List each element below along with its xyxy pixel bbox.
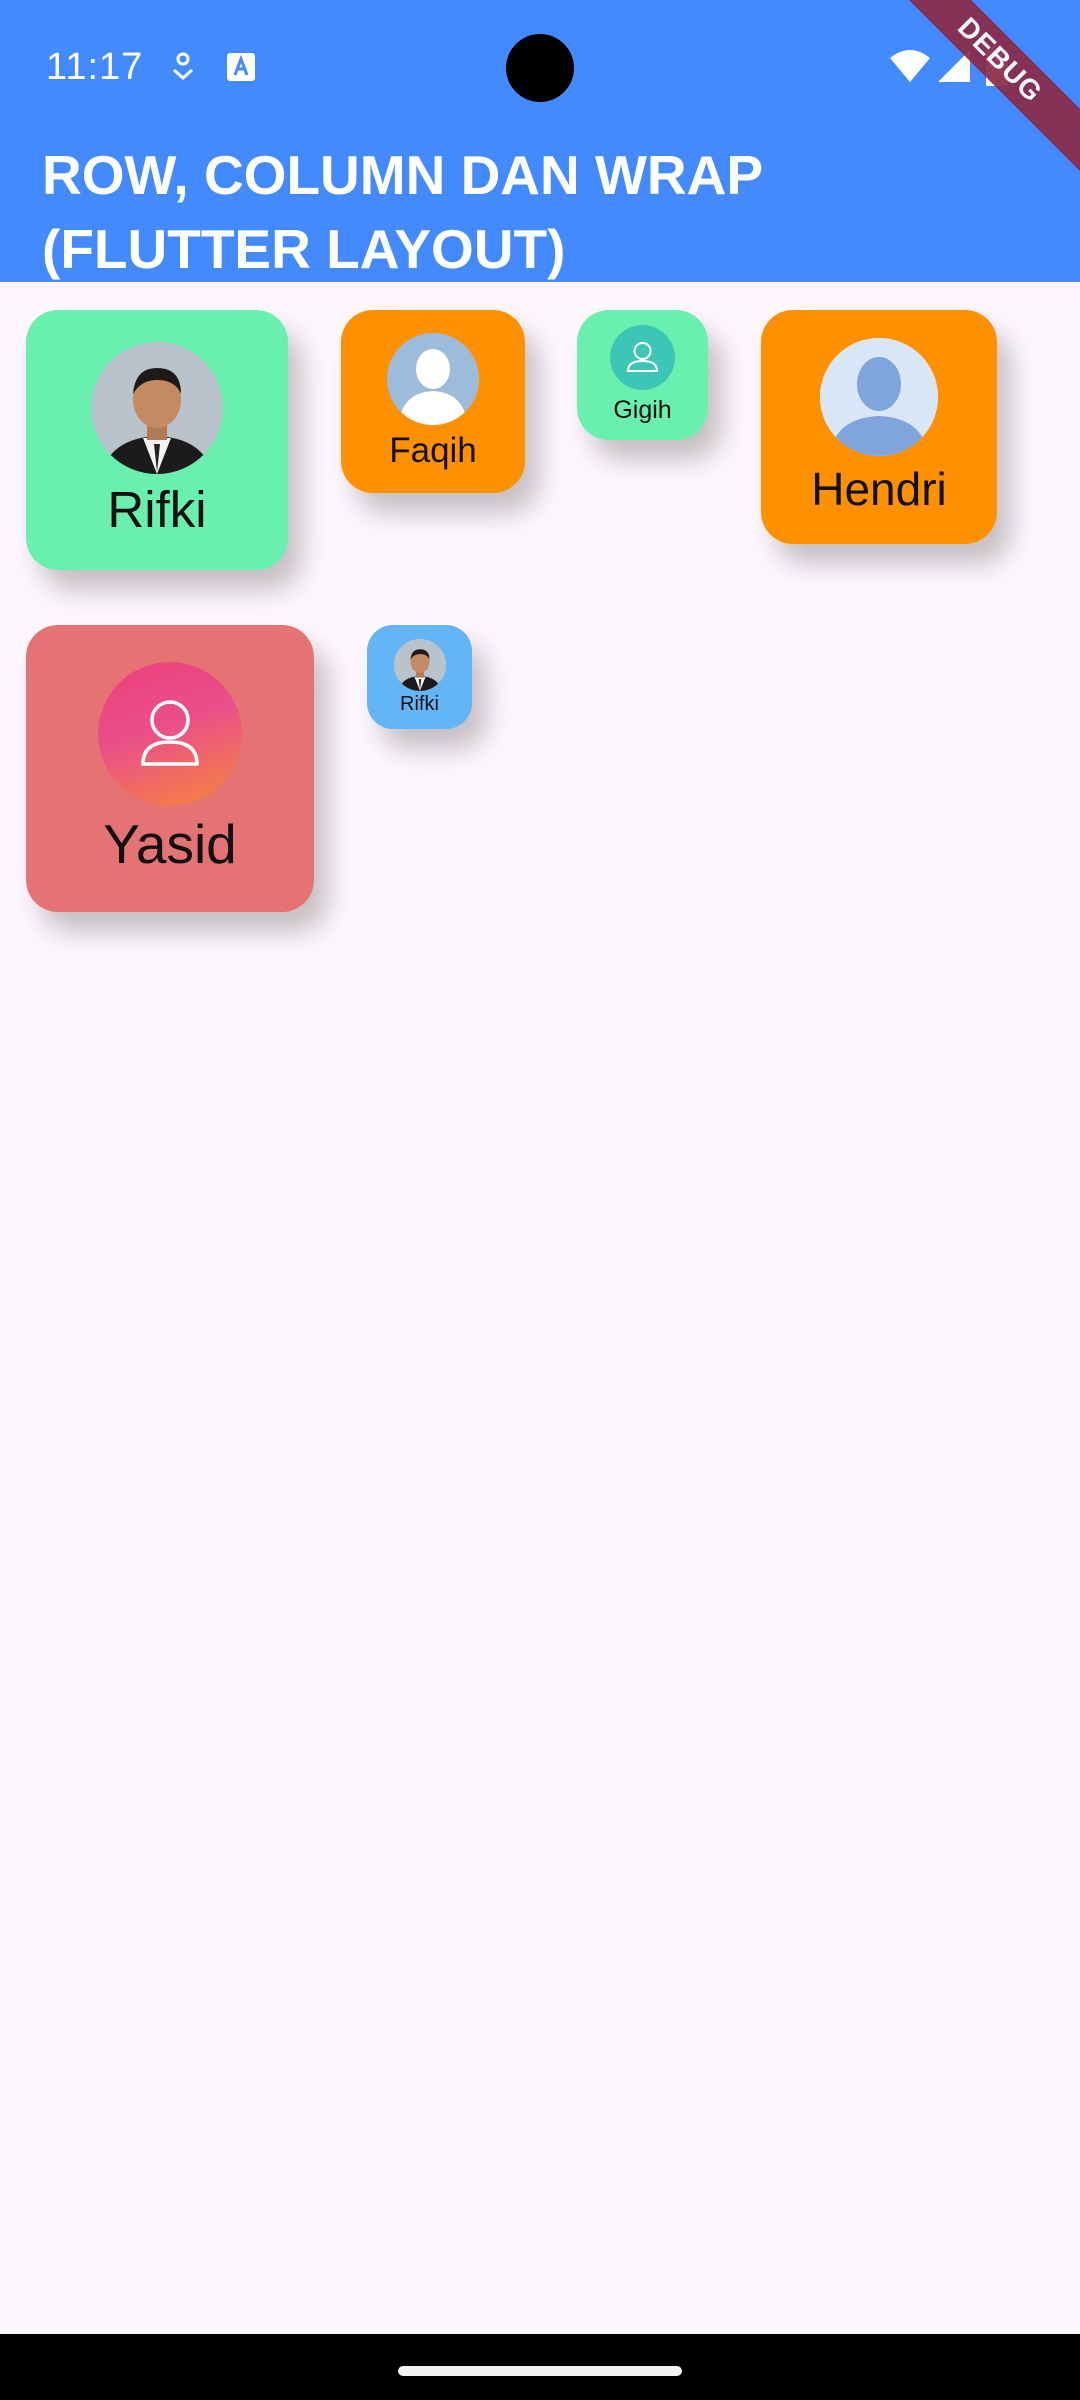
profile-card-rifki[interactable]: Rifki bbox=[26, 310, 288, 570]
photo-portrait-icon bbox=[393, 638, 446, 691]
card-name: Rifki bbox=[107, 480, 207, 538]
profile-card-faqih[interactable]: Faqih bbox=[341, 310, 525, 493]
page-title: ROW, COLUMN DAN WRAP (FLUTTER LAYOUT) bbox=[42, 144, 764, 280]
default-person-silhouette-icon bbox=[387, 332, 479, 425]
blue-person-silhouette-icon bbox=[820, 338, 938, 456]
card-name: Hendri bbox=[811, 463, 947, 515]
status-bar: 11:17 bbox=[0, 0, 1080, 138]
profile-card-gigih[interactable]: Gigih bbox=[577, 310, 708, 440]
card-name: Faqih bbox=[389, 430, 477, 470]
card-name: Yasid bbox=[103, 812, 237, 875]
profile-card-hendri[interactable]: Hendri bbox=[761, 310, 997, 544]
location-download-icon bbox=[166, 50, 200, 84]
card-name: Gigih bbox=[613, 396, 672, 424]
card-name: Rifki bbox=[400, 692, 439, 715]
text-a-icon bbox=[224, 50, 258, 84]
profile-card-rifki-small[interactable]: Rifki bbox=[367, 625, 472, 729]
camera-cutout bbox=[506, 34, 574, 102]
profile-card-yasid[interactable]: Yasid bbox=[26, 625, 314, 912]
home-gesture-handle[interactable] bbox=[398, 2366, 682, 2376]
gradient-person-outline-icon bbox=[98, 661, 242, 806]
status-time: 11:17 bbox=[46, 46, 144, 88]
app-bar: 11:17 ROW, COLUMN DAN WRAP (FLUTTER LAYO… bbox=[0, 0, 1080, 282]
wifi-icon bbox=[890, 48, 930, 84]
person-outline-icon bbox=[610, 325, 675, 390]
photo-portrait-icon bbox=[91, 341, 223, 474]
